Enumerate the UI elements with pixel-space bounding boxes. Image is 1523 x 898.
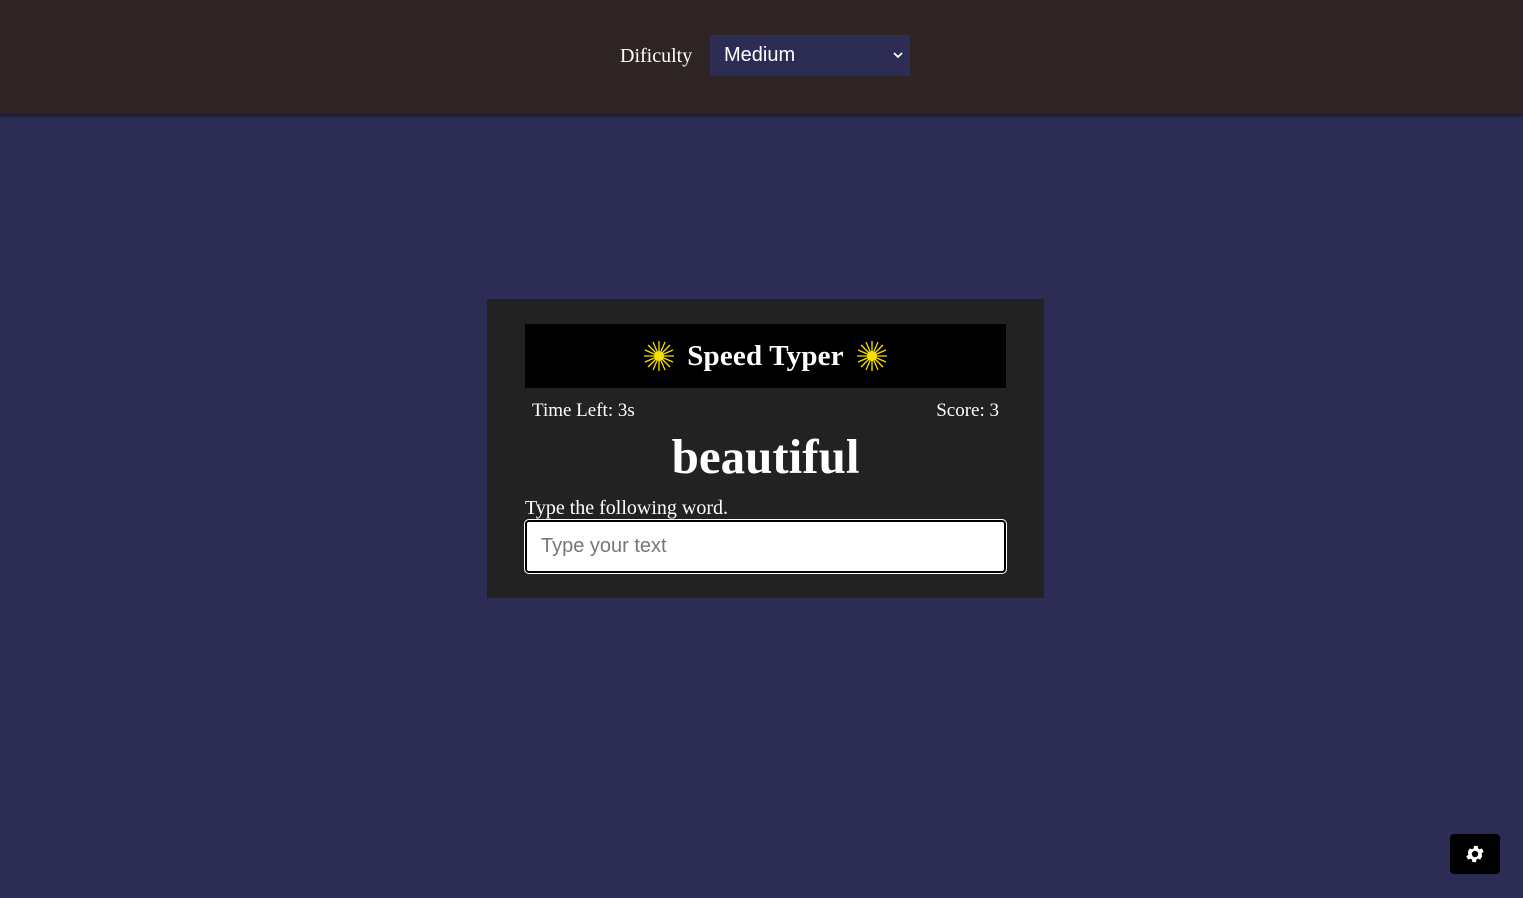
difficulty-select[interactable]: Medium: [710, 35, 910, 76]
score-text: Score: 3: [936, 400, 999, 421]
difficulty-label: Dificulty: [620, 45, 693, 67]
header-bar: Dificulty Medium: [0, 0, 1523, 114]
chevron-down-icon: [893, 52, 903, 59]
sparkle-icon: [856, 341, 887, 371]
sparkle-icon: [644, 341, 675, 371]
gear-icon: [1466, 845, 1484, 863]
difficulty-selected-value: Medium: [724, 44, 796, 66]
target-word: beautiful: [671, 429, 860, 484]
game-title: Speed Typer: [687, 339, 844, 372]
instruction-text: Type the following word.: [525, 497, 729, 519]
typing-input[interactable]: [524, 519, 1007, 574]
title-bar: Speed Typer: [525, 324, 1006, 388]
game-card: Speed Typer Time Left: 3s Score: 3 beaut…: [487, 299, 1044, 598]
time-left-text: Time Left: 3s: [532, 400, 635, 421]
settings-button[interactable]: [1450, 834, 1500, 874]
